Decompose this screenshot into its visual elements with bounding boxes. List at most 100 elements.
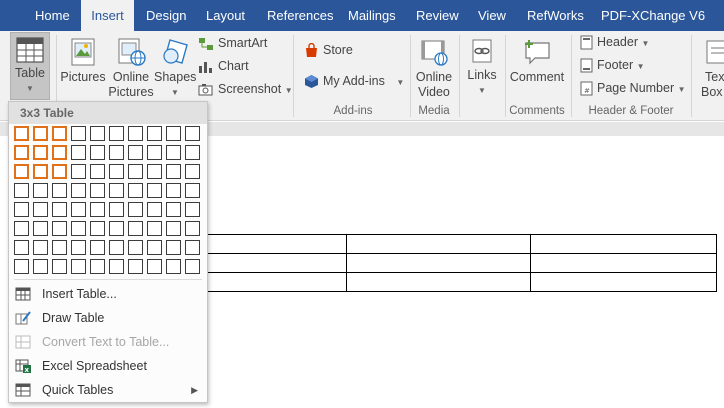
table-grid-cell[interactable]	[71, 240, 86, 255]
table-grid-cell[interactable]	[14, 240, 29, 255]
table-cell[interactable]	[346, 234, 531, 254]
my-addins-button[interactable]: My Add-ins ▼	[304, 72, 404, 90]
table-grid-cell[interactable]	[166, 221, 181, 236]
table-grid-cell-selected[interactable]	[52, 126, 67, 141]
tab-view[interactable]: View	[478, 0, 506, 31]
table-grid-cell[interactable]	[90, 202, 105, 217]
table-grid-cell[interactable]	[147, 221, 162, 236]
table-grid-cell[interactable]	[71, 126, 86, 141]
table-grid-cell[interactable]	[109, 202, 124, 217]
tab-insert[interactable]: Insert	[81, 0, 134, 33]
table-grid-cell[interactable]	[128, 240, 143, 255]
table-grid-cell[interactable]	[166, 183, 181, 198]
table-grid-cell[interactable]	[33, 240, 48, 255]
table-cell[interactable]	[530, 253, 717, 273]
table-grid-cell[interactable]	[109, 221, 124, 236]
table-grid-cell[interactable]	[90, 221, 105, 236]
table-grid-cell[interactable]	[52, 202, 67, 217]
table-cell[interactable]	[346, 272, 531, 292]
online-video-button[interactable]: Online Video	[412, 37, 456, 100]
tab-mailings[interactable]: Mailings	[348, 0, 396, 31]
table-grid-cell[interactable]	[147, 240, 162, 255]
excel-spreadsheet-menu-item[interactable]: x Excel Spreadsheet	[9, 354, 207, 378]
pictures-button[interactable]: Pictures	[60, 37, 106, 85]
table-grid-cell[interactable]	[109, 145, 124, 160]
screenshot-button[interactable]: Screenshot ▼	[198, 80, 293, 98]
table-grid-cell[interactable]	[109, 259, 124, 274]
table-grid-cell-selected[interactable]	[14, 145, 29, 160]
table-cell[interactable]	[530, 272, 717, 292]
tab-refworks[interactable]: RefWorks	[527, 0, 584, 31]
insert-table-menu-item[interactable]: Insert Table...	[9, 282, 207, 306]
table-grid-cell[interactable]	[147, 183, 162, 198]
table-grid-cell[interactable]	[128, 126, 143, 141]
table-grid-cell[interactable]	[128, 164, 143, 179]
tab-home[interactable]: Home	[35, 0, 70, 31]
table-grid-cell[interactable]	[52, 183, 67, 198]
table-grid-cell[interactable]	[14, 202, 29, 217]
table-grid-cell[interactable]	[147, 259, 162, 274]
table-grid-cell[interactable]	[90, 145, 105, 160]
tab-references[interactable]: References	[267, 0, 333, 31]
table-grid-cell[interactable]	[90, 240, 105, 255]
table-grid-cell[interactable]	[185, 240, 200, 255]
table-grid-cell[interactable]	[33, 221, 48, 236]
table-grid-cell[interactable]	[33, 202, 48, 217]
table-grid-cell[interactable]	[128, 202, 143, 217]
table-grid-cell[interactable]	[71, 202, 86, 217]
table-grid-cell[interactable]	[166, 126, 181, 141]
table-grid-cell[interactable]	[109, 164, 124, 179]
tab-design[interactable]: Design	[146, 0, 186, 31]
table-grid-cell[interactable]	[166, 259, 181, 274]
online-pictures-button[interactable]: Online Pictures	[108, 37, 154, 100]
table-grid-cell[interactable]	[185, 221, 200, 236]
table-grid-cell[interactable]	[185, 145, 200, 160]
table-grid-cell[interactable]	[128, 259, 143, 274]
table-grid-cell-selected[interactable]	[52, 145, 67, 160]
table-grid-cell[interactable]	[90, 164, 105, 179]
table-grid-cell-selected[interactable]	[33, 126, 48, 141]
table-grid-cell[interactable]	[14, 221, 29, 236]
table-grid-cell[interactable]	[90, 183, 105, 198]
table-grid-cell[interactable]	[71, 259, 86, 274]
table-grid-cell[interactable]	[71, 221, 86, 236]
table-grid-cell[interactable]	[128, 183, 143, 198]
table-grid-cell[interactable]	[52, 221, 67, 236]
text-box-button[interactable]: Text Box	[697, 37, 724, 100]
page-number-button[interactable]: # Page Number ▼	[580, 79, 686, 97]
table-grid-cell[interactable]	[33, 183, 48, 198]
table-grid-cell-selected[interactable]	[14, 164, 29, 179]
table-grid-cell[interactable]	[166, 240, 181, 255]
table-grid-cell[interactable]	[33, 259, 48, 274]
table-grid-cell-selected[interactable]	[33, 145, 48, 160]
table-grid-cell-selected[interactable]	[14, 126, 29, 141]
draw-table-menu-item[interactable]: Draw Table	[9, 306, 207, 330]
table-grid-cell[interactable]	[71, 145, 86, 160]
table-grid-cell[interactable]	[166, 202, 181, 217]
table-cell[interactable]	[346, 253, 531, 273]
table-grid-cell[interactable]	[128, 145, 143, 160]
table-grid-cell[interactable]	[52, 259, 67, 274]
table-grid-cell[interactable]	[109, 240, 124, 255]
comment-button[interactable]: Comment	[507, 37, 567, 85]
table-grid-cell[interactable]	[90, 259, 105, 274]
table-grid-cell[interactable]	[147, 202, 162, 217]
store-button[interactable]: Store	[304, 41, 353, 59]
table-grid-cell[interactable]	[147, 145, 162, 160]
table-grid-cell[interactable]	[166, 145, 181, 160]
table-grid-cell-selected[interactable]	[33, 164, 48, 179]
tab-layout[interactable]: Layout	[206, 0, 245, 31]
table-grid-cell[interactable]	[109, 126, 124, 141]
document-table[interactable]	[162, 234, 717, 292]
chart-button[interactable]: Chart	[198, 57, 249, 75]
table-grid-cell[interactable]	[185, 202, 200, 217]
table-grid-cell[interactable]	[109, 183, 124, 198]
smartart-button[interactable]: SmartArt	[198, 34, 267, 52]
table-grid-cell[interactable]	[14, 259, 29, 274]
table-button[interactable]: Table ▼	[10, 37, 50, 96]
shapes-button[interactable]: Shapes ▼	[154, 37, 196, 100]
table-grid-cell[interactable]	[14, 183, 29, 198]
tab-review[interactable]: Review	[416, 0, 459, 31]
links-button[interactable]: Links ▼	[462, 37, 502, 98]
table-grid-cell[interactable]	[185, 164, 200, 179]
